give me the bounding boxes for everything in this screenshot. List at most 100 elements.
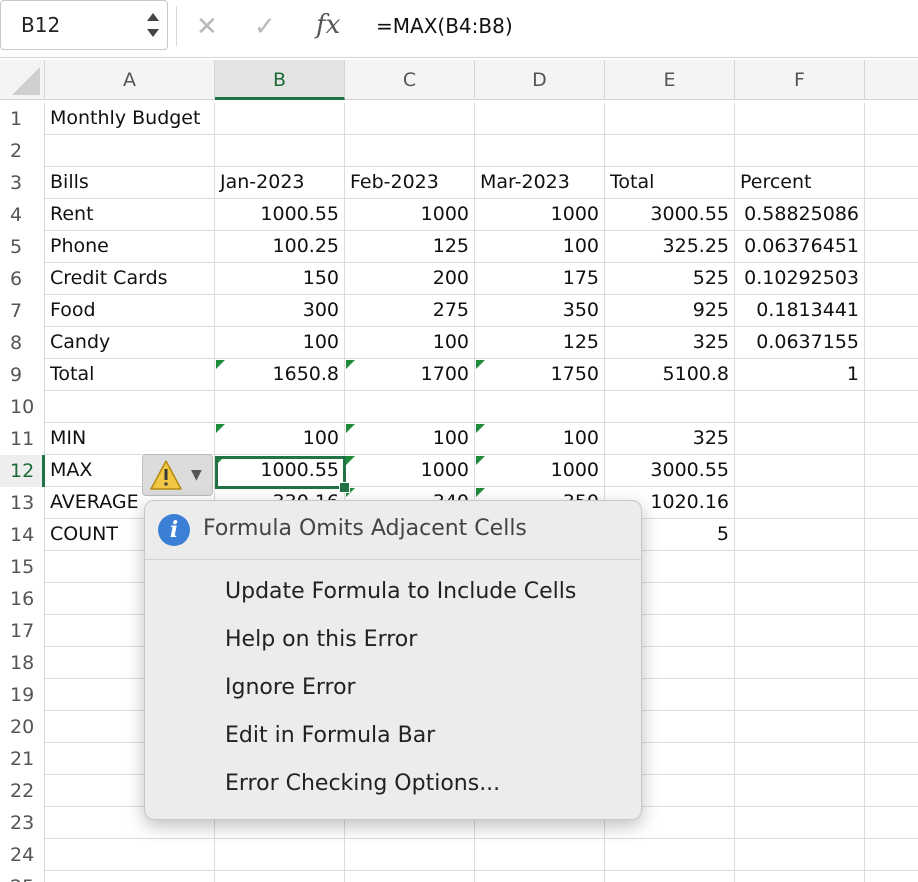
row-header-22[interactable]: 22 — [0, 775, 45, 807]
cell-a3[interactable]: Bills — [45, 167, 215, 199]
row-header-3[interactable]: 3 — [0, 167, 45, 199]
cell-f10[interactable] — [735, 391, 865, 423]
menu-item-error-checking-options[interactable]: Error Checking Options... — [145, 762, 641, 806]
cell-a25[interactable] — [45, 871, 215, 882]
fill-handle[interactable] — [339, 482, 350, 493]
cell-f18[interactable] — [735, 647, 865, 679]
cell-g20[interactable] — [865, 711, 918, 743]
cell-c2[interactable] — [345, 135, 475, 167]
cell-f21[interactable] — [735, 743, 865, 775]
cell-e10[interactable] — [605, 391, 735, 423]
cell-g10[interactable] — [865, 391, 918, 423]
formula-input[interactable]: =MAX(B4:B8) — [376, 14, 513, 38]
cell-b24[interactable] — [215, 839, 345, 871]
cell-e4[interactable]: 3000.55 — [605, 199, 735, 231]
cell-e6[interactable]: 525 — [605, 263, 735, 295]
cell-b3[interactable]: Jan-2023 — [215, 167, 345, 199]
cell-f17[interactable] — [735, 615, 865, 647]
cell-g1[interactable] — [865, 103, 918, 135]
cell-g12[interactable] — [865, 455, 918, 487]
column-header-e[interactable]: E — [605, 60, 735, 100]
row-header-8[interactable]: 8 — [0, 327, 45, 359]
cell-c3[interactable]: Feb-2023 — [345, 167, 475, 199]
cell-b25[interactable] — [215, 871, 345, 882]
column-header-a[interactable]: A — [45, 60, 215, 100]
row-header-14[interactable]: 14 — [0, 519, 45, 551]
cell-a8[interactable]: Candy — [45, 327, 215, 359]
cell-c24[interactable] — [345, 839, 475, 871]
cell-f14[interactable] — [735, 519, 865, 551]
cell-f24[interactable] — [735, 839, 865, 871]
cell-b12[interactable]: 1000.55 — [215, 455, 345, 487]
cell-f9[interactable]: 1 — [735, 359, 865, 391]
cell-g25[interactable] — [865, 871, 918, 882]
cell-g17[interactable] — [865, 615, 918, 647]
cell-b7[interactable]: 300 — [215, 295, 345, 327]
cell-g23[interactable] — [865, 807, 918, 839]
cell-b6[interactable]: 150 — [215, 263, 345, 295]
cell-g6[interactable] — [865, 263, 918, 295]
cell-g8[interactable] — [865, 327, 918, 359]
cell-e12[interactable]: 3000.55 — [605, 455, 735, 487]
row-header-4[interactable]: 4 — [0, 199, 45, 231]
menu-item-edit-formula-bar[interactable]: Edit in Formula Bar — [145, 714, 641, 758]
row-header-25[interactable]: 25 — [0, 871, 45, 882]
cell-e3[interactable]: Total — [605, 167, 735, 199]
cell-f11[interactable] — [735, 423, 865, 455]
row-header-21[interactable]: 21 — [0, 743, 45, 775]
cell-g7[interactable] — [865, 295, 918, 327]
cell-g16[interactable] — [865, 583, 918, 615]
row-header-15[interactable]: 15 — [0, 551, 45, 583]
cell-a10[interactable] — [45, 391, 215, 423]
cell-f1[interactable] — [735, 103, 865, 135]
cell-d5[interactable]: 100 — [475, 231, 605, 263]
cell-g22[interactable] — [865, 775, 918, 807]
cell-d9[interactable]: 1750 — [475, 359, 605, 391]
cell-b2[interactable] — [215, 135, 345, 167]
cell-f3[interactable]: Percent — [735, 167, 865, 199]
row-header-17[interactable]: 17 — [0, 615, 45, 647]
cancel-icon[interactable]: ✕ — [196, 12, 218, 42]
cell-a6[interactable]: Credit Cards — [45, 263, 215, 295]
row-header-20[interactable]: 20 — [0, 711, 45, 743]
cell-f12[interactable] — [735, 455, 865, 487]
menu-item-ignore-error[interactable]: Ignore Error — [145, 666, 641, 710]
column-header-b[interactable]: B — [215, 60, 345, 100]
cell-d25[interactable] — [475, 871, 605, 882]
cell-c10[interactable] — [345, 391, 475, 423]
row-header-7[interactable]: 7 — [0, 295, 45, 327]
menu-item-update-formula[interactable]: Update Formula to Include Cells — [145, 570, 641, 614]
cell-d2[interactable] — [475, 135, 605, 167]
cell-a9[interactable]: Total — [45, 359, 215, 391]
cell-c5[interactable]: 125 — [345, 231, 475, 263]
row-header-24[interactable]: 24 — [0, 839, 45, 871]
cell-a1[interactable]: Monthly Budget — [45, 103, 215, 135]
cell-e2[interactable] — [605, 135, 735, 167]
cell-g13[interactable] — [865, 487, 918, 519]
row-header-23[interactable]: 23 — [0, 807, 45, 839]
cell-d4[interactable]: 1000 — [475, 199, 605, 231]
cell-c6[interactable]: 200 — [345, 263, 475, 295]
name-box-value[interactable]: B12 — [21, 13, 60, 37]
cell-e1[interactable] — [605, 103, 735, 135]
cell-f4[interactable]: 0.58825086 — [735, 199, 865, 231]
cell-d12[interactable]: 1000 — [475, 455, 605, 487]
cell-e5[interactable]: 325.25 — [605, 231, 735, 263]
row-header-1[interactable]: 1 — [0, 103, 45, 135]
cell-f22[interactable] — [735, 775, 865, 807]
cell-d11[interactable]: 100 — [475, 423, 605, 455]
cell-c9[interactable]: 1700 — [345, 359, 475, 391]
cell-g5[interactable] — [865, 231, 918, 263]
cell-b11[interactable]: 100 — [215, 423, 345, 455]
cell-b4[interactable]: 1000.55 — [215, 199, 345, 231]
cell-d1[interactable] — [475, 103, 605, 135]
cell-f16[interactable] — [735, 583, 865, 615]
cell-g3[interactable] — [865, 167, 918, 199]
cell-b10[interactable] — [215, 391, 345, 423]
row-header-6[interactable]: 6 — [0, 263, 45, 295]
cell-a4[interactable]: Rent — [45, 199, 215, 231]
row-header-19[interactable]: 19 — [0, 679, 45, 711]
row-header-10[interactable]: 10 — [0, 391, 45, 423]
cell-d24[interactable] — [475, 839, 605, 871]
cell-b9[interactable]: 1650.8 — [215, 359, 345, 391]
